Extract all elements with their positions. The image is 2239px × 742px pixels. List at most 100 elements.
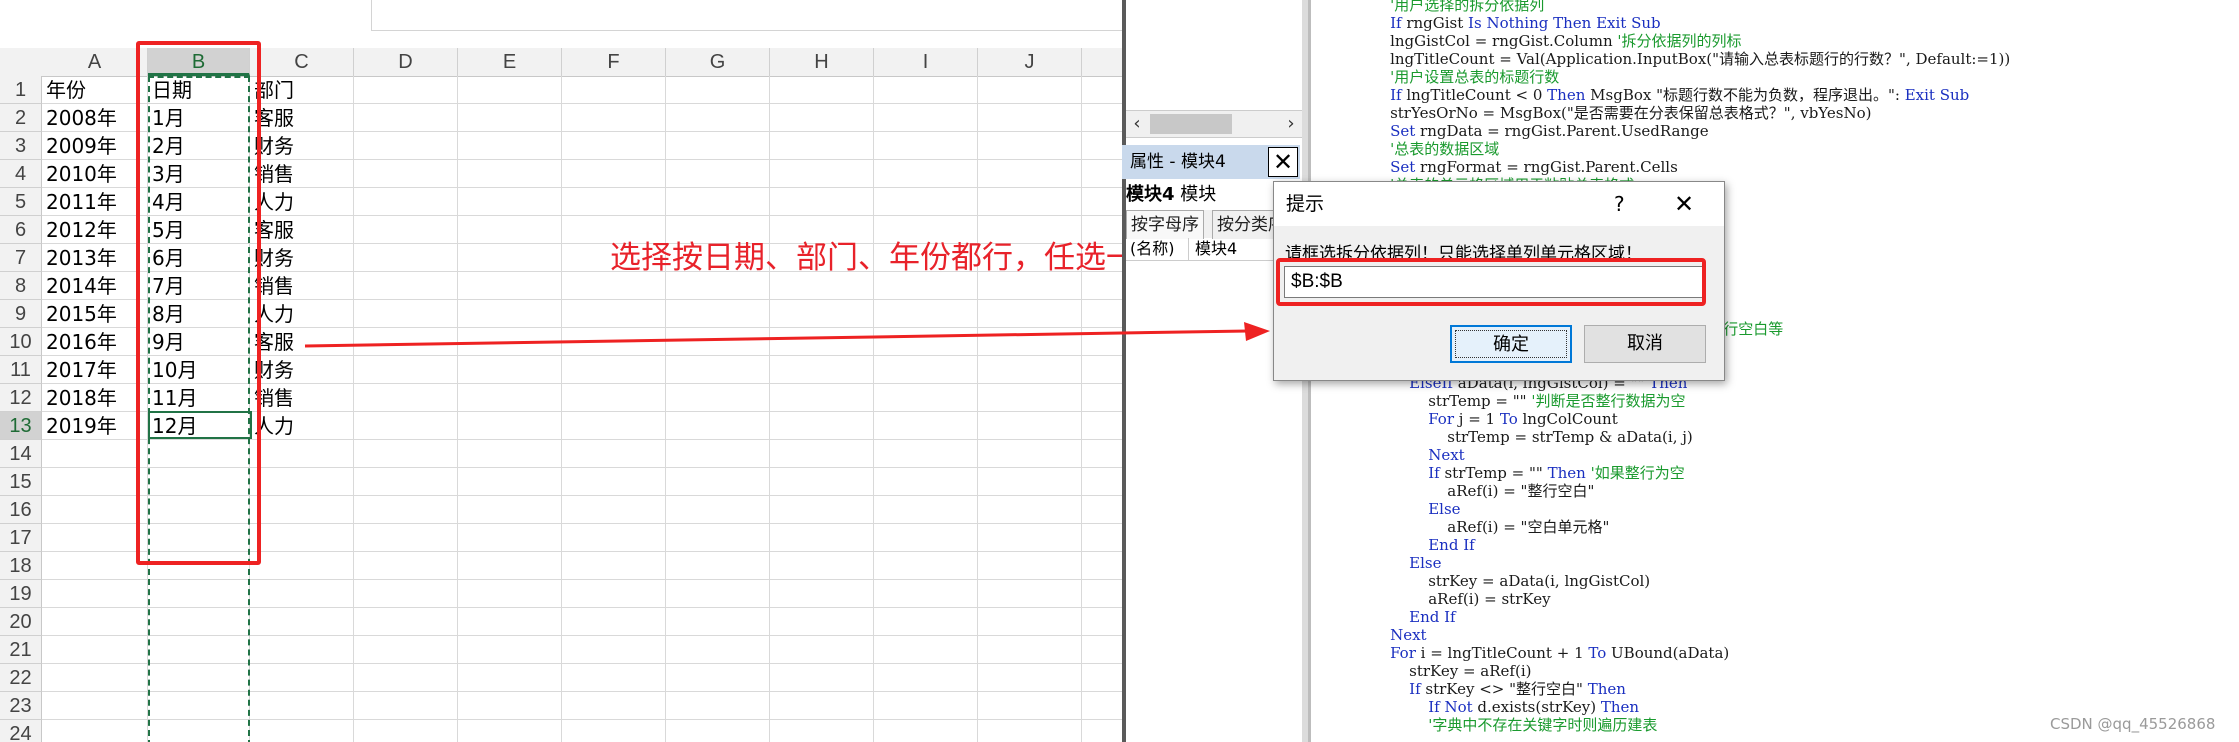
code-token: '总表的数据区域 bbox=[1371, 140, 1500, 158]
code-token: '用户选择的拆分依据列 bbox=[1371, 0, 1545, 14]
close-icon[interactable]: ✕ bbox=[1674, 182, 1694, 226]
dialog-titlebar: 提示 ? ✕ bbox=[1274, 182, 1724, 226]
code-token: i = lngTitleCount + 1 bbox=[1420, 644, 1589, 662]
row-header-12[interactable]: 12 bbox=[0, 384, 42, 412]
code-token: Next bbox=[1371, 626, 1427, 644]
row-header-15[interactable]: 15 bbox=[0, 468, 42, 496]
property-value[interactable]: 模块4 bbox=[1188, 238, 1237, 260]
cell-a3[interactable]: 2009年 bbox=[46, 132, 117, 160]
code-line: Set rngFormat = rngGist.Parent.Cells bbox=[1371, 158, 1678, 176]
cell-a5[interactable]: 2011年 bbox=[46, 188, 117, 216]
code-line: strKey = aData(i, lngGistCol) bbox=[1371, 572, 1650, 590]
code-token: strKey <> "整行空白" bbox=[1425, 680, 1588, 698]
code-token: strKey = aRef(i) bbox=[1371, 662, 1532, 680]
cancel-button[interactable]: 取消 bbox=[1584, 325, 1706, 363]
code-token: rngFormat = rngGist.Parent.Cells bbox=[1420, 158, 1678, 176]
code-token: End If bbox=[1371, 536, 1475, 554]
cell-a11[interactable]: 2017年 bbox=[46, 356, 117, 384]
code-line: For i = lngTitleCount + 1 To UBound(aDat… bbox=[1371, 644, 1729, 662]
code-token: lngColCount bbox=[1522, 410, 1618, 428]
cell-a9[interactable]: 2015年 bbox=[46, 300, 117, 328]
highlight-box-input bbox=[1276, 258, 1706, 306]
annotation-text: 选择按日期、部门、年份都行，任选一列 bbox=[610, 240, 1168, 276]
ok-button[interactable]: 确定 bbox=[1450, 325, 1572, 363]
row-header-19[interactable]: 19 bbox=[0, 580, 42, 608]
code-token: For bbox=[1371, 644, 1421, 662]
row-header-4[interactable]: 4 bbox=[0, 160, 42, 188]
row-header-10[interactable]: 10 bbox=[0, 328, 42, 356]
row-header-3[interactable]: 3 bbox=[0, 132, 42, 160]
code-line: strYesOrNo = MsgBox("是否需要在分表保留总表格式？", vb… bbox=[1371, 104, 1871, 122]
cell-a6[interactable]: 2012年 bbox=[46, 216, 117, 244]
row-header-20[interactable]: 20 bbox=[0, 608, 42, 636]
help-icon[interactable]: ? bbox=[1614, 182, 1625, 226]
row-header-13[interactable]: 13 bbox=[0, 412, 42, 440]
scroll-right-icon[interactable]: › bbox=[1280, 111, 1302, 137]
highlight-box-column-b bbox=[136, 41, 261, 565]
row-header-1[interactable]: 1 bbox=[0, 76, 42, 104]
cell-a12[interactable]: 2018年 bbox=[46, 384, 117, 412]
row-header-9[interactable]: 9 bbox=[0, 300, 42, 328]
code-token: Else bbox=[1371, 554, 1442, 572]
code-token: aRef(i) = strKey bbox=[1371, 590, 1551, 608]
code-token: For bbox=[1371, 410, 1459, 428]
row-header-17[interactable]: 17 bbox=[0, 524, 42, 552]
code-token: Next bbox=[1371, 446, 1465, 464]
tab-alphabetic[interactable]: 按字母序 bbox=[1126, 210, 1204, 239]
row-header-22[interactable]: 22 bbox=[0, 664, 42, 692]
row-header-23[interactable]: 23 bbox=[0, 692, 42, 720]
cell-a10[interactable]: 2016年 bbox=[46, 328, 117, 356]
input-dialog: 提示 ? ✕ 请框选拆分依据列！只能选择单列单元格区域！ $B:$B 确定 取消 bbox=[1273, 181, 1725, 381]
code-token: '拆分依据列的列标 bbox=[1617, 32, 1742, 50]
cell-a7[interactable]: 2013年 bbox=[46, 244, 117, 272]
code-line: aRef(i) = "整行空白" bbox=[1371, 482, 1594, 500]
cell-a13[interactable]: 2019年 bbox=[46, 412, 117, 440]
row-header-18[interactable]: 18 bbox=[0, 552, 42, 580]
code-token: Set bbox=[1371, 122, 1421, 140]
property-key: (名称) bbox=[1130, 239, 1175, 258]
code-line: Else bbox=[1371, 554, 1441, 572]
code-token: Is Nothing Then Exit Sub bbox=[1468, 14, 1661, 32]
row-header-16[interactable]: 16 bbox=[0, 496, 42, 524]
cell-a2[interactable]: 2008年 bbox=[46, 104, 117, 132]
cell-a8[interactable]: 2014年 bbox=[46, 272, 117, 300]
code-token: '判断是否整行数据为空 bbox=[1531, 392, 1686, 410]
code-line: If Not d.exists(strKey) Then bbox=[1371, 698, 1639, 716]
code-line: '用户设置总表的标题行数 bbox=[1371, 68, 1559, 86]
code-line: Next bbox=[1371, 626, 1427, 644]
row-header-8[interactable]: 8 bbox=[0, 272, 42, 300]
code-line: strTemp = strTemp & aData(i, j) bbox=[1371, 428, 1692, 446]
code-token: End If bbox=[1371, 608, 1456, 626]
code-token: '用户设置总表的标题行数 bbox=[1371, 68, 1560, 86]
horizontal-scrollbar[interactable]: ‹ › bbox=[1126, 110, 1302, 138]
code-token: Then bbox=[1547, 464, 1591, 482]
row-header-6[interactable]: 6 bbox=[0, 216, 42, 244]
cell-a1[interactable]: 年份 bbox=[46, 76, 86, 104]
code-line: Set rngData = rngGist.Parent.UsedRange bbox=[1371, 122, 1709, 140]
code-line: If strTemp = "" Then '如果整行为空 bbox=[1371, 464, 1685, 482]
code-token: d.exists(strKey) bbox=[1477, 698, 1601, 716]
close-icon[interactable]: ✕ bbox=[1268, 147, 1298, 177]
spreadsheet: ABCDEFGHIJ 年份 日期 部门 2008年 1月 客服 2009年 2月 财务 2010年… bbox=[0, 0, 1122, 742]
code-token: '字典中不存在关键字时则遍历建表 bbox=[1371, 716, 1658, 734]
row-header-11[interactable]: 11 bbox=[0, 356, 42, 384]
row-header-24[interactable]: 24 bbox=[0, 720, 42, 742]
dialog-title: 提示 bbox=[1286, 193, 1325, 215]
row-header-14[interactable]: 14 bbox=[0, 440, 42, 468]
object-name: 模块4 bbox=[1126, 184, 1175, 205]
cell-a4[interactable]: 2010年 bbox=[46, 160, 117, 188]
code-token: strTemp = "" bbox=[1371, 392, 1532, 410]
code-line: lngGistCol = rngGist.Column '拆分依据列的列标 bbox=[1371, 32, 1742, 50]
scroll-thumb[interactable] bbox=[1150, 114, 1232, 134]
code-token: Set bbox=[1371, 158, 1421, 176]
properties-window-title: 属性 - 模块4 ✕ bbox=[1122, 145, 1300, 179]
row-header-7[interactable]: 7 bbox=[0, 244, 42, 272]
row-header-2[interactable]: 2 bbox=[0, 104, 42, 132]
code-line: If lngTitleCount < 0 Then MsgBox "标题行数不能… bbox=[1371, 86, 1969, 104]
code-line: aRef(i) = "空白单元格" bbox=[1371, 518, 1609, 536]
code-line: '字典中不存在关键字时则遍历建表 bbox=[1371, 716, 1657, 734]
row-header-5[interactable]: 5 bbox=[0, 188, 42, 216]
code-token: j = 1 bbox=[1458, 410, 1500, 428]
scroll-left-icon[interactable]: ‹ bbox=[1126, 111, 1148, 137]
row-header-21[interactable]: 21 bbox=[0, 636, 42, 664]
